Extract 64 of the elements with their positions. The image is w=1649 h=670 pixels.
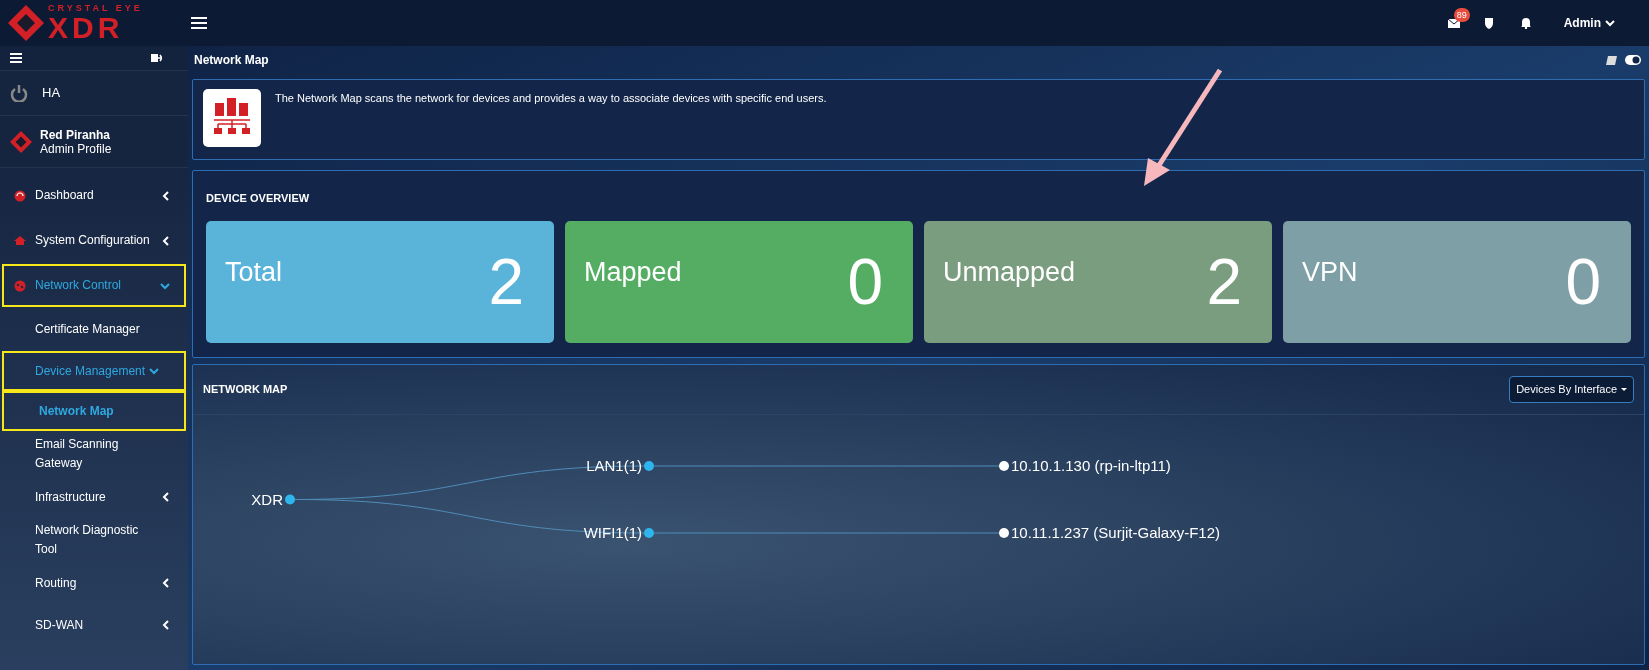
- sidebar-item[interactable]: Device Management: [2, 351, 186, 391]
- sidebar-item[interactable]: Network Diagnostic Tool: [2, 519, 186, 561]
- node-dot[interactable]: [999, 528, 1009, 538]
- sidebar-item[interactable]: System Configuration: [2, 219, 186, 262]
- sidebar-item[interactable]: SD-WAN: [2, 605, 186, 645]
- chevron-left-icon: [162, 620, 170, 630]
- stat-label: Unmapped: [943, 256, 1076, 290]
- stat-label: Mapped: [584, 256, 682, 290]
- stat-value: 2: [1206, 249, 1242, 314]
- page-title: Network Map: [194, 52, 269, 69]
- sidebar-item[interactable]: Email Scanning Gateway: [2, 433, 186, 475]
- view-dropdown[interactable]: Devices By Interface: [1509, 376, 1634, 403]
- chevron-left-icon: [162, 235, 170, 246]
- bell-icon[interactable]: [1519, 17, 1532, 29]
- chevron-left-icon: [162, 578, 170, 588]
- logout-icon[interactable]: [151, 52, 162, 64]
- node-label: XDR: [251, 490, 283, 508]
- node-label: WIFI1(1): [583, 524, 642, 541]
- network-map-icon: [203, 88, 261, 147]
- notification-badge: 89: [1453, 7, 1470, 22]
- sidebar-item[interactable]: Dashboard: [2, 174, 186, 217]
- logo-text: XDR: [48, 12, 124, 43]
- profile-logo-icon: [10, 130, 32, 153]
- node-label: LAN1(1): [586, 457, 642, 474]
- power-icon[interactable]: [10, 84, 28, 102]
- chevron-down-icon: [160, 281, 170, 290]
- shield-icon[interactable]: [1483, 17, 1494, 29]
- profile-role: Admin Profile: [40, 141, 112, 156]
- sidebar-item[interactable]: Network Map: [2, 391, 186, 431]
- gauge-icon: [14, 189, 26, 202]
- node-label: 10.11.1.237 (Surjit-Galaxy-F12): [1011, 524, 1220, 541]
- user-menu[interactable]: Admin: [1563, 14, 1615, 32]
- stat-value: 0: [847, 249, 883, 314]
- node-dot[interactable]: [644, 461, 654, 471]
- node-dot[interactable]: [644, 528, 654, 538]
- stat-label: VPN: [1302, 256, 1358, 290]
- chevron-down-icon: [149, 367, 159, 375]
- sidebar-item[interactable]: Infrastructure: [2, 477, 186, 517]
- menu-icon[interactable]: [10, 52, 22, 64]
- book-icon[interactable]: [1606, 54, 1617, 66]
- stat-label: Total: [225, 256, 283, 290]
- menu-icon[interactable]: [191, 15, 207, 31]
- stat-value: 2: [488, 249, 524, 314]
- stat-value: 0: [1565, 249, 1601, 314]
- globe-icon: [14, 279, 26, 292]
- section-title: DEVICE OVERVIEW: [206, 191, 310, 206]
- sidebar-item[interactable]: Routing: [2, 563, 186, 603]
- chevron-left-icon: [162, 492, 170, 502]
- ha-label: HA: [42, 84, 61, 103]
- caret-icon: [1621, 388, 1627, 391]
- intro-text: The Network Map scans the network for devices and provides a way to associate devices with specific end users.: [275, 91, 827, 106]
- house-icon: [14, 234, 26, 247]
- section-title: NETWORK MAP: [203, 382, 288, 398]
- profile-name: Red Piranha: [40, 127, 112, 142]
- sidebar-item[interactable]: Certificate Manager: [2, 309, 186, 349]
- node-dot[interactable]: [285, 494, 295, 505]
- chevron-left-icon: [162, 190, 170, 201]
- logo-tagline: CRYSTAL EYE: [48, 3, 143, 13]
- logo-icon: [8, 5, 44, 41]
- toggle-icon[interactable]: [1625, 55, 1641, 65]
- chevron-down-icon: [1605, 19, 1615, 27]
- node-dot[interactable]: [999, 461, 1009, 471]
- sidebar-item[interactable]: Network Control: [2, 264, 186, 307]
- node-label: 10.10.1.130 (rp-in-ltp11): [1011, 457, 1171, 474]
